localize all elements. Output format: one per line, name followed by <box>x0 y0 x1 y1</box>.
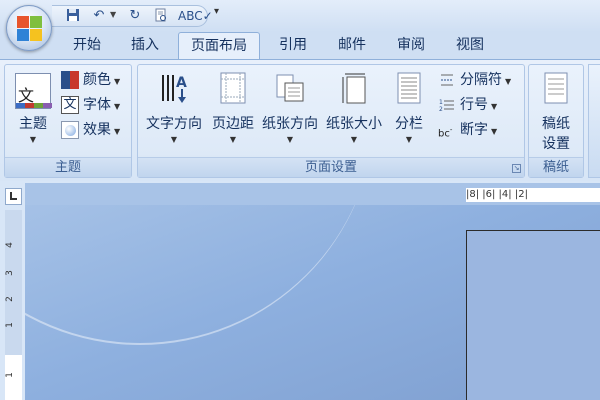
draft-settings-label-line1: 稿纸 <box>542 116 570 132</box>
group-theme: 文 主题 ▼ 颜色 ▼ 文字体 ▼ 效果 ▼ 主题 <box>4 64 132 178</box>
breaks-label: 分隔符 <box>460 72 502 88</box>
svg-text:1: 1 <box>439 99 443 106</box>
margins-label: 页边距 <box>212 116 254 132</box>
columns-label: 分栏 <box>395 116 423 132</box>
chevron-down-icon: ▼ <box>114 102 121 111</box>
line-numbers-button[interactable]: 1 2 行号 ▼ <box>438 94 497 116</box>
group-next-partial <box>588 64 600 178</box>
workspace-decoration <box>25 205 375 345</box>
chevron-down-icon: ▼ <box>286 135 294 144</box>
chevron-down-icon: ▼ <box>114 127 121 136</box>
vertical-ruler-tick: 1 <box>4 372 15 378</box>
vertical-ruler-tick: 3 <box>4 270 15 276</box>
text-direction-label: 文字方向 <box>146 116 202 132</box>
text-direction-button[interactable]: A 文字方向 ▼ <box>140 71 208 151</box>
colors-icon <box>61 71 79 89</box>
theme-effects-label: 效果 <box>83 122 111 138</box>
tab-page-layout[interactable]: 页面布局 <box>178 32 260 60</box>
tab-references[interactable]: 引用 <box>264 32 322 60</box>
svg-text:2: 2 <box>439 106 443 113</box>
size-label: 纸张大小 <box>326 116 382 132</box>
breaks-button[interactable]: 分隔符 ▼ <box>438 69 511 91</box>
vertical-ruler-tick: 4 <box>4 242 15 248</box>
hyphenation-button[interactable]: bc- 断字 ▼ <box>438 119 497 141</box>
tab-mailings[interactable]: 邮件 <box>323 32 381 60</box>
hyphenation-icon: bc- <box>438 126 453 140</box>
page-setup-dialog-launcher-icon[interactable]: ↘ <box>512 164 521 173</box>
margins-icon <box>220 72 246 104</box>
text-direction-icon: A <box>162 75 187 103</box>
vertical-ruler-tick: 1 <box>4 322 15 328</box>
tab-home[interactable]: 开始 <box>58 32 116 60</box>
orientation-label: 纸张方向 <box>262 116 318 132</box>
page-size-icon <box>342 73 366 104</box>
chevron-down-icon: ▼ <box>229 135 237 144</box>
vertical-ruler[interactable]: 4 3 2 1 1 <box>5 210 22 400</box>
theme-fonts-button[interactable]: 文字体 ▼ <box>61 94 120 116</box>
breaks-icon <box>438 71 456 89</box>
spelling-icon[interactable]: ABC✓ <box>178 8 213 24</box>
svg-text:A: A <box>176 75 187 91</box>
hyphenation-label: 断字 <box>460 122 488 138</box>
draft-settings-button[interactable]: 稿纸 设置 <box>531 71 581 161</box>
themes-icon: 文 <box>15 73 52 109</box>
themes-button[interactable]: 文 主题 ▼ <box>9 71 57 151</box>
chevron-down-icon: ▼ <box>405 135 413 144</box>
tab-insert[interactable]: 插入 <box>116 32 174 60</box>
orientation-icon <box>276 74 304 102</box>
chevron-down-icon: ▼ <box>350 135 358 144</box>
theme-effects-button[interactable]: 效果 ▼ <box>61 119 120 141</box>
chevron-down-icon: ▼ <box>505 77 512 86</box>
group-draft: 稿纸 设置 稿纸 <box>528 64 584 178</box>
horizontal-ruler[interactable]: |8| |6| |4| |2| <box>466 188 600 202</box>
theme-colors-label: 颜色 <box>83 72 111 88</box>
undo-icon[interactable]: ↶ <box>90 8 108 24</box>
themes-dropdown-icon: ▼ <box>29 135 37 144</box>
save-icon[interactable] <box>64 8 82 24</box>
theme-colors-button[interactable]: 颜色 ▼ <box>61 69 120 91</box>
undo-dropdown-icon[interactable]: ▼ <box>110 10 116 19</box>
line-numbers-label: 行号 <box>460 97 488 113</box>
office-button[interactable] <box>6 5 52 51</box>
vertical-ruler-tick: 2 <box>4 296 15 302</box>
chevron-down-icon: ▼ <box>491 102 498 111</box>
tab-review[interactable]: 审阅 <box>382 32 440 60</box>
orientation-button[interactable]: 纸张方向 ▼ <box>258 71 322 151</box>
fonts-icon: 文 <box>61 96 79 114</box>
themes-button-label: 主题 <box>19 116 47 132</box>
group-page-setup: A 文字方向 ▼ 页边距 ▼ 纸张方向 ▼ 纸张大小 ▼ 分栏 ▼ 分隔符 ▼ … <box>137 64 525 178</box>
columns-icon <box>397 72 421 104</box>
group-theme-label: 主题 <box>5 157 131 177</box>
size-button[interactable]: 纸张大小 ▼ <box>322 71 386 151</box>
redo-icon[interactable]: ↻ <box>126 8 144 24</box>
print-preview-icon[interactable] <box>152 8 170 24</box>
document-page[interactable] <box>466 230 600 400</box>
draft-settings-label-line2: 设置 <box>542 136 570 152</box>
tab-view[interactable]: 视图 <box>441 32 499 60</box>
title-bar: ↶ ▼ ↻ ABC✓ ▾ <box>0 0 600 32</box>
tab-selector-icon[interactable] <box>5 188 22 205</box>
qat-customize-icon[interactable]: ▾ <box>214 6 219 17</box>
chevron-down-icon: ▼ <box>114 77 121 86</box>
chevron-down-icon: ▼ <box>170 135 178 144</box>
group-draft-label: 稿纸 <box>529 157 583 177</box>
ribbon: 文 主题 ▼ 颜色 ▼ 文字体 ▼ 效果 ▼ 主题 A 文字方向 ▼ 页边距 ▼… <box>0 59 600 181</box>
effects-icon <box>61 121 79 139</box>
columns-button[interactable]: 分栏 ▼ <box>388 71 430 151</box>
margins-button[interactable]: 页边距 ▼ <box>208 71 258 151</box>
draft-paper-icon <box>544 72 568 104</box>
quick-access-toolbar: ↶ ▼ ↻ ABC✓ <box>52 5 213 27</box>
group-page-setup-label: 页面设置 <box>138 157 524 177</box>
theme-fonts-label: 字体 <box>83 97 111 113</box>
chevron-down-icon: ▼ <box>491 127 498 136</box>
line-numbers-icon: 12 <box>438 96 456 114</box>
ribbon-tabs: 开始 插入 页面布局 引用 邮件 审阅 视图 <box>0 32 600 60</box>
office-logo-icon <box>17 16 43 42</box>
